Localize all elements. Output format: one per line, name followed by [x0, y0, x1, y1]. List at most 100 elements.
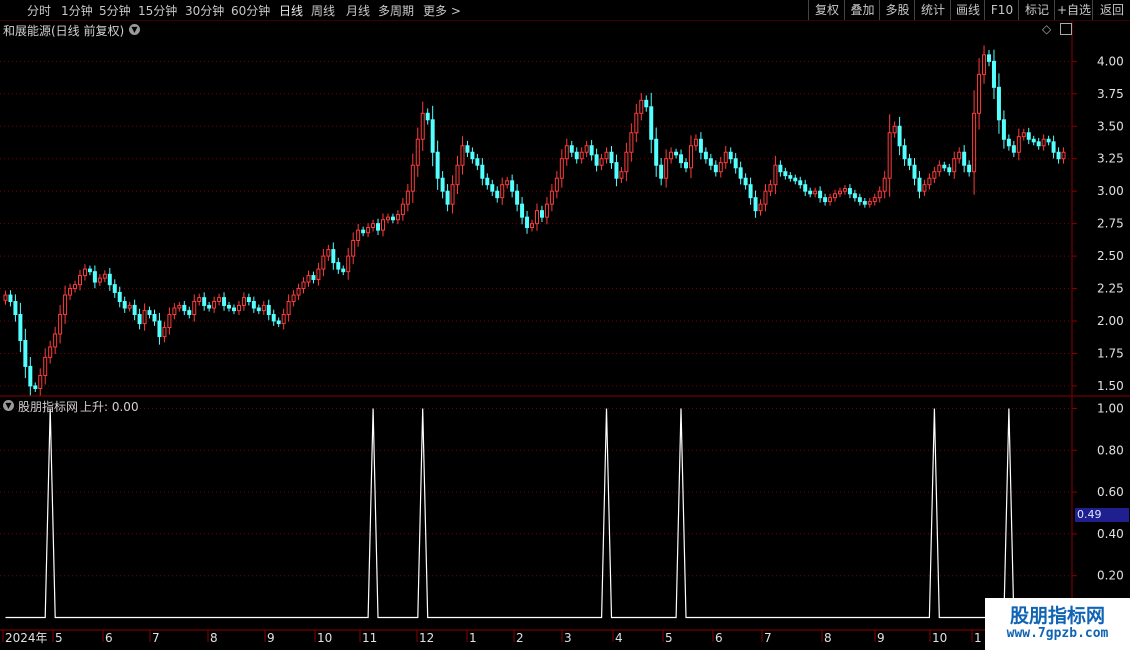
- candle-body-187: [932, 171, 937, 179]
- period-tab-9[interactable]: 多周期: [378, 2, 414, 19]
- candle-body-182: [907, 158, 912, 166]
- stock-chart[interactable]: 1.50 1.75 2.00 2.25 2.50 2.75 3.00 3.25 3.50 3.75…: [0, 0, 1130, 650]
- toolbar-action-5[interactable]: F10: [984, 0, 1019, 20]
- candle-68: [341, 265, 346, 276]
- candle-95: [475, 153, 480, 171]
- toolbar-action-2[interactable]: 多股: [879, 0, 915, 20]
- candle-50: [251, 296, 256, 313]
- period-tab-1[interactable]: 1分钟: [61, 2, 93, 19]
- candle-44: [222, 292, 227, 311]
- candle-63: [316, 262, 321, 286]
- candle-133: [664, 149, 669, 188]
- period-tab-5[interactable]: 60分钟: [231, 2, 270, 19]
- period-tab-6[interactable]: 日线: [279, 2, 303, 19]
- main-tick-label-8: 3.50: [1097, 119, 1124, 133]
- toolbar-action-8[interactable]: 返回: [1092, 0, 1130, 20]
- candle-159: [793, 174, 798, 185]
- candle-189: [942, 161, 947, 172]
- candle-body-124: [619, 171, 624, 179]
- toolbar-action-6[interactable]: 标记: [1018, 0, 1055, 20]
- period-tab-10[interactable]: 更多 >: [423, 2, 461, 19]
- candle-117: [584, 140, 589, 158]
- candle-body-120: [599, 158, 604, 166]
- candle-100: [500, 177, 505, 205]
- candle-32: [162, 321, 167, 343]
- candle-body-52: [261, 304, 266, 312]
- candle-31: [157, 312, 162, 345]
- watermark-title: 股朋指标网: [1009, 605, 1105, 627]
- candle-13: [68, 283, 73, 300]
- candle-body-31: [157, 320, 162, 338]
- candle-body-77: [385, 216, 390, 221]
- candle-body-1: [8, 294, 13, 303]
- x-tick-label-0: 2024年: [5, 631, 48, 645]
- candle-128: [639, 93, 644, 121]
- toolbar-action-0[interactable]: 复权: [808, 0, 845, 20]
- candle-body-116: [579, 151, 584, 160]
- candle-body-37: [187, 310, 192, 316]
- period-tab-7[interactable]: 周线: [311, 2, 335, 19]
- candle-3: [18, 302, 23, 353]
- toolbar-action-7[interactable]: +自选: [1054, 0, 1093, 20]
- candle-132: [659, 158, 664, 186]
- candle-body-23: [117, 291, 122, 303]
- candle-body-54: [271, 314, 276, 322]
- candle-body-163: [813, 190, 818, 195]
- chevron-down-icon[interactable]: ▼: [3, 400, 14, 411]
- diamond-icon[interactable]: ◇: [1042, 22, 1051, 36]
- period-tab-3[interactable]: 15分钟: [138, 2, 177, 19]
- x-tick-label-10: 2: [516, 631, 524, 645]
- candle-body-138: [688, 145, 693, 169]
- candle-body-170: [847, 188, 852, 195]
- candle-body-20: [102, 273, 107, 279]
- main-tick-label-9: 3.75: [1097, 87, 1124, 101]
- x-tick-label-16: 8: [824, 631, 832, 645]
- candle-body-56: [281, 314, 286, 325]
- x-tick-label-8: 12: [419, 631, 434, 645]
- candle-14: [73, 280, 78, 293]
- candle-body-177: [882, 177, 887, 192]
- candle-body-190: [947, 167, 952, 173]
- period-tab-8[interactable]: 月线: [346, 2, 370, 19]
- candle-62: [311, 271, 316, 284]
- candle-22: [112, 279, 117, 298]
- candle-130: [649, 92, 654, 154]
- candle-body-128: [639, 99, 644, 114]
- x-tick-label-3: 7: [152, 631, 160, 645]
- candle-151: [753, 190, 758, 218]
- candle-193: [962, 145, 967, 173]
- candle-26: [132, 299, 137, 321]
- candle-181: [902, 138, 907, 166]
- candle-198: [987, 50, 992, 67]
- period-tab-0[interactable]: 分时: [27, 2, 51, 19]
- x-tick-label-9: 1: [469, 631, 477, 645]
- indicator-layer: [5, 408, 1109, 619]
- candle-39: [197, 293, 202, 306]
- candle-168: [837, 187, 842, 198]
- candle-body-201: [1001, 119, 1006, 140]
- candle-body-53: [266, 304, 271, 316]
- toolbar-action-1[interactable]: 叠加: [844, 0, 880, 20]
- candle-42: [212, 296, 217, 313]
- candle-190: [947, 163, 952, 176]
- candle-123: [614, 154, 619, 187]
- candle-body-60: [301, 281, 306, 290]
- toolbar-action-3[interactable]: 统计: [914, 0, 951, 20]
- candle-11: [58, 305, 63, 344]
- period-tab-4[interactable]: 30分钟: [185, 2, 224, 19]
- candle-body-153: [763, 190, 768, 205]
- candle-body-206: [1026, 132, 1031, 140]
- candle-body-210: [1046, 138, 1051, 143]
- chevron-down-icon[interactable]: ▼: [129, 24, 140, 35]
- candle-body-36: [182, 304, 187, 312]
- toolbar-action-4[interactable]: 画线: [950, 0, 985, 20]
- candle-body-12: [63, 294, 68, 316]
- candle-body-164: [818, 190, 823, 199]
- candle-body-199: [991, 60, 996, 88]
- period-tab-2[interactable]: 5分钟: [99, 2, 131, 19]
- candle-body-99: [495, 190, 500, 199]
- candle-113: [564, 138, 569, 166]
- main-tick-label-7: 3.25: [1097, 152, 1124, 166]
- panel-toggle-icon[interactable]: [1060, 23, 1072, 35]
- candle-175: [872, 193, 877, 206]
